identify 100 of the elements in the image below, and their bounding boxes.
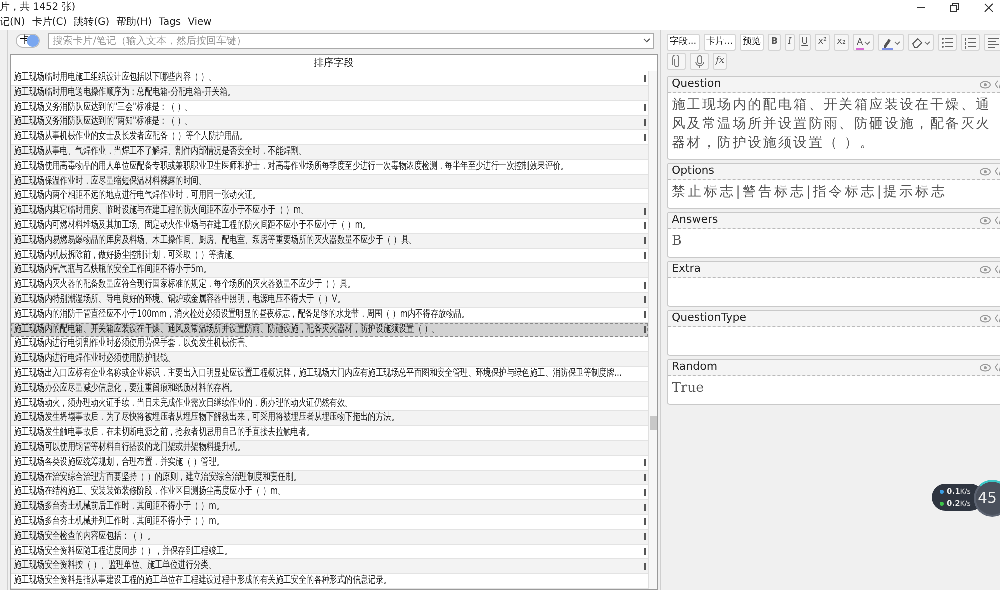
list-row[interactable]: 施工现场内易燃易爆物品的库房及料场、木工操作间、厨房、配电室、泵房等重要场所的灭火器数量不应少于（ ）具。 [11,234,648,249]
list-row[interactable]: 施工现场安全检查的内容应包括：（ ）。 [11,530,648,545]
row-text: 施工现场从事机械作业的女士及长发者应配备（ ）等个人防护用品。 [14,130,248,144]
row-text: 施工现场安全资料应随工程进度同步（ ），并保存到工程竣工。 [14,544,232,558]
underline-button[interactable]: U [798,34,812,51]
row-text: 施工现场内特别潮湿场所、导电良好的环境、锅炉或金属容器中照明，电源电压不得大于（ ）V。 [14,293,346,307]
list-row[interactable]: 施工现场内特别潮湿场所、导电良好的环境、锅炉或金属容器中照明，电源电压不得大于（ ）V。 [11,293,648,308]
bullet-list-icon [941,36,954,50]
row-text: 施工现场内氧气瓶与乙炔瓶的安全工作间距不得小于5m。 [14,263,212,278]
row-text: 施工现场临时用电送电操作顺序为：总配电箱-分配电箱-开关箱。 [14,86,236,100]
row-text: 施工现场内进行电切割作业时必须使用劳保手套，以免发生机械伤害。 [14,337,253,352]
eye-icon[interactable] [980,216,992,224]
list-row[interactable]: 施工现场义务消防队应达到的"两知"标准是：（ ）。 [11,116,648,130]
upload-dot-icon [940,490,944,494]
list-row[interactable]: 施工现场多台夯土机械前后工作时，其间距不得小于（ ）m。 [11,500,648,516]
list-row[interactable]: 施工现场发生坍塌事故后，为了尽快将被埋压者从埋压物下解救出来，可采用将被埋压者从埋压物下拖出的方法。 [11,411,648,426]
eye-icon[interactable] [980,80,992,88]
close-icon[interactable] [984,2,994,12]
list-row[interactable]: 施工现场从事电、气焊作业，当焊工不了解焊、割件内部情况是否安全时，不能焊割。 [11,145,648,160]
list-row[interactable]: 施工现场临时用电送电操作顺序为：总配电箱-分配电箱-开关箱。 [11,86,648,101]
menu-item[interactable]: 记(N) [0,15,32,30]
record-button[interactable] [690,53,709,70]
list-row[interactable]: 施工现场办公应尽量减少信息化，要注重留痕和纸质材料的存档。 [11,382,648,397]
row-text: 施工现场多台夯土机械前后工作时，其间距不得小于（ ）m。 [14,500,224,514]
row-text: 施工现场安全资料按（ ）、监理单位、施工单位进行分类。 [14,559,217,574]
field-label: QuestionType [672,310,746,326]
row-text: 施工现场安全检查的内容应包括：（ ）。 [14,530,156,544]
row-text: 施工现场临时用电施工组织设计应包括以下哪些内容（ ）。 [14,71,217,85]
search-field[interactable]: 搜索卡片/笔记（输入文本，然后按回车键） [48,33,654,50]
attach-button[interactable] [667,53,686,70]
menu-item[interactable]: 帮助(H) [116,15,159,30]
row-text: 施工现场内两个相距不远的地点进行电气焊作业时，可用同一张动火证。 [14,189,261,204]
field-editor[interactable]: True [668,376,1000,404]
field-label: Answers [672,212,718,228]
list-row[interactable]: 施工现场内其它临时用房、临时设施与在建工程的防火间距不应小于不应小于（ ）m。 [11,204,648,220]
scrollbar-track[interactable] [648,71,657,589]
superscript-button[interactable]: x² [815,34,830,51]
window-title: 片，共 1452 张) [0,0,76,15]
numbered-list-icon [964,36,978,50]
eye-icon[interactable] [980,364,992,372]
field-label: Extra [672,261,702,278]
row-text: 施工现场内的消防干管直径应不小于100mm，消火栓处必须设置明显的昼夜标志，配备足够的水龙带，周围（ ）m内不得存放物品。 [14,308,470,322]
list-row[interactable]: 施工现场在治安综合治理方面要坚持（ ）的原则，建立治安综合治理制度和责任制。 [11,470,648,486]
row-text: 施工现场可以使用钢管等材料自行搭设的龙门架或井架物料提升机。 [14,441,246,455]
row-text: 施工现场多台夯土机械并列工作时，其间距不得小于（ ）m。 [14,515,224,529]
italic-button[interactable]: I [785,34,795,51]
field-editor[interactable]: 禁止标志|警告标志|指令标志|提示标志 [668,180,1000,208]
list-row[interactable]: 施工现场内进行电焊作业时必须使用防护眼镜。 [11,352,648,368]
row-text: 施工现场内易燃易爆物品的库房及料场、木工操作间、厨房、配电室、泵房等重要场所的灭火器数量不应少于（ ）具。 [14,234,418,248]
row-text: 施工现场内灭火器的配备数量应符合现行国家标准的规定，每个场所的灭火器数量不应少于（ ）具。 [14,278,356,292]
list-row[interactable]: 施工现场内的配电箱、开关箱应装设在干燥、通风及常温场所并设置防雨、防砸设施，配备灭火器材，防护设施须设置（ ）。 [11,322,648,338]
bullet-list-button[interactable] [938,34,958,51]
row-text: 施工现场发生坍塌事故后，为了尽快将被埋压者从埋压物下解救出来，可采用将被埋压者从埋压物下拖出的方法。 [14,411,400,426]
row-text: 施工现场发生触电事故后，在未切断电源之前，抢救者切忌用自己的手直接去拉触电者。 [14,426,315,440]
row-text: 施工现场各类设施应统筹规划，合理布置，并实施（ ）管理。 [14,456,225,470]
eye-icon[interactable] [980,168,992,176]
usage-gauge: 45 [974,480,1000,517]
text-color-button[interactable]: A [853,34,874,51]
highlight-button[interactable] [878,34,904,51]
row-text: 施工现场义务消防队应达到的"两知"标准是：（ ）。 [14,116,194,130]
menu-item[interactable]: 跳转(G) [74,15,117,30]
row-text: 施工现场内可燃材料堆场及其加工场、固定动火作业场与在建工程的防火间距不应小于不应小于（ ）m。 [14,219,371,233]
numbered-list-button[interactable] [961,34,980,51]
menu-item[interactable]: Tags [158,15,188,30]
list-row[interactable]: 施工现场内氧气瓶与乙炔瓶的安全工作间距不得小于5m。 [11,263,648,278]
field-label: Options [672,163,714,180]
row-text: 施工现场在结构施工、安装装饰装修阶段，作业区目测扬尘高度应小于（ ）m。 [14,485,286,500]
eye-icon[interactable] [980,314,992,322]
clear-format-button[interactable] [908,34,934,51]
microphone-icon [693,54,706,68]
toolbar-button[interactable]: 字段... [667,34,700,51]
toolbar-button[interactable]: 预览 [740,34,764,51]
row-text: 施工现场义务消防队应达到的"三会"标准是：（ ）。 [14,100,194,115]
row-text: 施工现场使用高毒物品的用人单位应配备专职或兼职职业卫生医师和护士，对高毒作业场所每季度至少进行一次毒物浓度检测，每半年至少进行一次控制效果评价。 [14,160,569,174]
bold-button[interactable]: B [768,34,782,51]
field-editor[interactable]: 施工现场内的配电箱、开关箱应装设在干燥、通风及常温场所并设置防雨、防砸设施，配备灭火器材，防护设施须设置（ ）。 [668,93,1000,159]
menu-item[interactable]: 卡片(C) [32,15,74,30]
subscript-button[interactable]: x₂ [834,34,850,51]
download-dot-icon [940,502,944,506]
field-label: Random [672,359,718,376]
scrollbar-thumb[interactable] [650,416,657,430]
list-row[interactable]: 施工现场安全资料是指从事建设工程的施工单位在工程建设过程中形成的有关施工安全的各种形式的信息记录。 [11,574,648,589]
column-header[interactable]: 排序字段 [314,56,354,71]
formula-button[interactable]: fx [713,53,728,70]
eraser-icon [911,36,924,50]
row-text: 施工现场安全资料是指从事建设工程的施工单位在工程建设过程中形成的有关施工安全的各种形式的信息记录。 [14,574,392,588]
field-label: Question [672,76,722,92]
restore-icon[interactable] [950,2,960,12]
row-text: 施工现场内进行电焊作业时必须使用防护眼镜。 [14,352,176,366]
row-text: 施工现场从事电、气焊作业，当焊工不了解焊、割件内部情况是否安全时，不能焊割。 [14,145,307,159]
eye-icon[interactable] [980,266,992,274]
list-row[interactable]: 施工现场可以使用钢管等材料自行搭设的龙门架或井架物料提升机。 [11,441,648,456]
menu-item[interactable]: View [188,15,219,30]
field-editor[interactable]: B [668,229,1000,257]
row-text: 施工现场动火，须办理动火证手续，当日未完成作业需次日继续作业的，所办理的动火证仍然有效。 [14,396,354,410]
toolbar-button[interactable]: 卡片... [704,34,736,51]
dropdown-caret-icon[interactable] [643,38,651,44]
list-row[interactable]: 施工现场安全资料按（ ）、监理单位、施工单位进行分类。 [11,559,648,574]
list-row[interactable]: 施工现场保温作业时，应尽量缩短保温材料裸露的时间。 [11,174,648,190]
row-text: 施工现场在治安综合治理方面要坚持（ ）的原则，建立治安综合治理制度和责任制。 [14,470,302,484]
